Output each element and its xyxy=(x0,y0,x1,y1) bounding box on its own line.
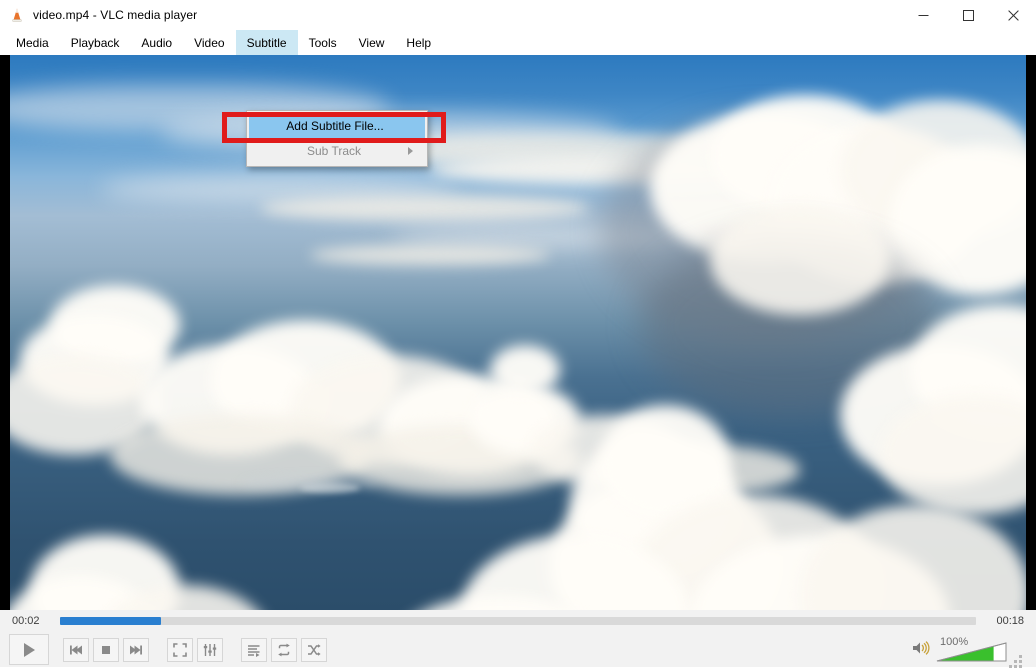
menu-item-media[interactable]: Media xyxy=(5,30,60,55)
total-time-label: 00:18 xyxy=(996,615,1024,627)
next-button[interactable] xyxy=(123,637,149,662)
menu-item-tools[interactable]: Tools xyxy=(298,30,348,55)
shuffle-icon xyxy=(308,643,321,656)
previous-track-icon xyxy=(70,645,82,654)
seek-progress-fill xyxy=(60,617,161,625)
vlc-window: video.mp4 - VLC media player Media Playb… xyxy=(0,0,1036,668)
minimize-icon[interactable] xyxy=(901,0,946,30)
volume-control[interactable]: 100% xyxy=(912,635,1024,668)
playlist-icon xyxy=(248,644,260,657)
next-track-icon xyxy=(130,645,142,654)
shuffle-button[interactable] xyxy=(301,637,327,662)
loop-button[interactable] xyxy=(271,637,297,662)
equalizer-icon xyxy=(203,643,217,656)
menu-item-playback[interactable]: Playback xyxy=(60,30,131,55)
previous-button[interactable] xyxy=(63,637,89,662)
video-display-area[interactable]: Add Subtitle File... Sub Track xyxy=(0,55,1036,610)
menu-bar: Media Playback Audio Video Subtitle Tool… xyxy=(0,30,1036,55)
playlist-button[interactable] xyxy=(241,637,267,662)
menu-item-help[interactable]: Help xyxy=(395,30,442,55)
play-icon xyxy=(24,642,35,657)
menu-option-label: Add Subtitle File... xyxy=(286,118,384,133)
seek-slider[interactable] xyxy=(60,617,976,625)
stop-button[interactable] xyxy=(93,637,119,662)
menu-option-label: Sub Track xyxy=(306,143,362,158)
video-frame xyxy=(10,55,1026,610)
menu-item-subtitle[interactable]: Subtitle xyxy=(235,30,298,55)
speaker-icon[interactable] xyxy=(912,640,930,661)
maximize-icon[interactable] xyxy=(946,0,991,30)
menu-item-view[interactable]: View xyxy=(348,30,396,55)
fullscreen-button[interactable] xyxy=(167,637,193,662)
menu-item-audio[interactable]: Audio xyxy=(130,30,183,55)
menu-option-add-subtitle-file[interactable]: Add Subtitle File... xyxy=(249,113,425,138)
title-bar: video.mp4 - VLC media player xyxy=(0,0,1036,30)
subtitle-dropdown-menu: Add Subtitle File... Sub Track xyxy=(246,110,428,167)
seek-bar-row: 00:02 00:18 xyxy=(0,610,1036,632)
resize-grip[interactable] xyxy=(1009,654,1024,669)
loop-icon xyxy=(278,643,290,656)
window-title: video.mp4 - VLC media player xyxy=(33,8,198,22)
play-button[interactable] xyxy=(9,634,49,665)
vlc-cone-icon xyxy=(9,7,25,23)
fullscreen-icon xyxy=(173,642,187,657)
volume-slider[interactable]: 100% xyxy=(936,635,1008,663)
chevron-right-icon xyxy=(408,146,413,155)
elapsed-time-label: 00:02 xyxy=(12,615,40,627)
control-bar: 100% xyxy=(0,632,1036,668)
menu-item-video[interactable]: Video xyxy=(183,30,235,55)
close-icon[interactable] xyxy=(991,0,1036,30)
volume-percent-label: 100% xyxy=(940,635,969,648)
menu-option-sub-track[interactable]: Sub Track xyxy=(247,138,427,163)
window-controls xyxy=(901,0,1036,30)
equalizer-button[interactable] xyxy=(197,637,223,662)
stop-icon xyxy=(102,645,110,654)
